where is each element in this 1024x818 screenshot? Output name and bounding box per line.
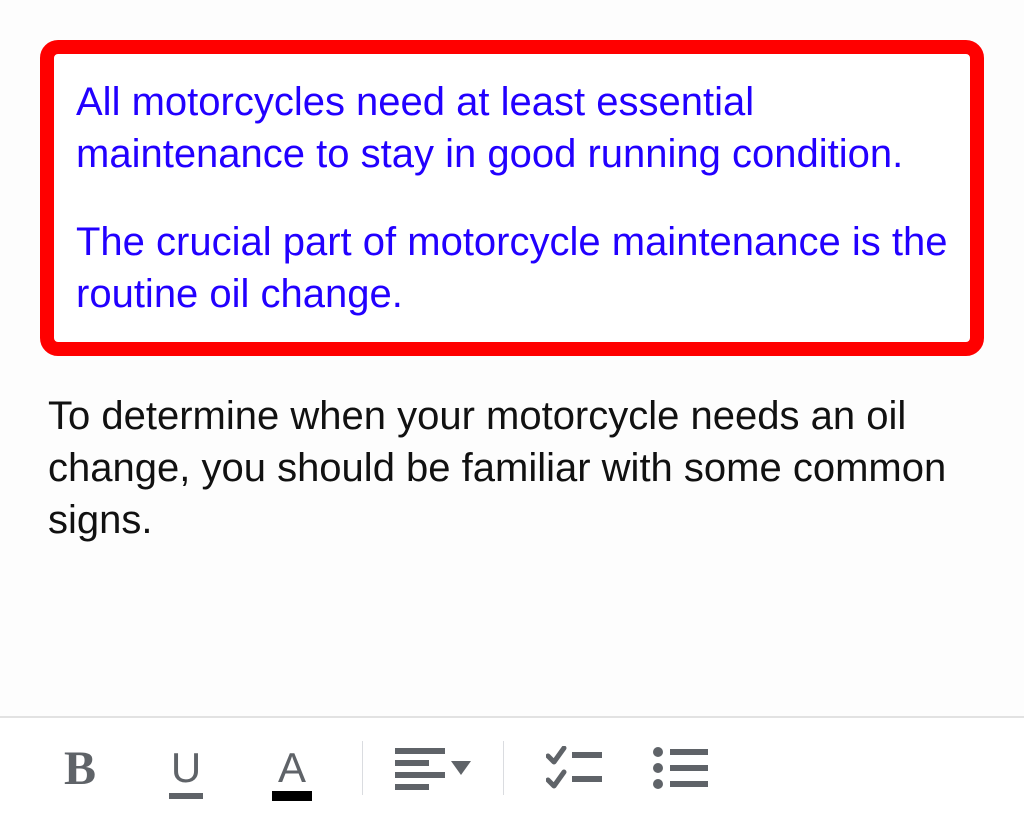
text-color-icon: A [278,747,306,789]
bulleted-list-icon [652,746,708,790]
dropdown-caret-icon [451,761,471,775]
paragraph-highlighted-2[interactable]: The crucial part of motorcycle maintenan… [76,216,948,320]
editor-content[interactable]: All motorcycles need at least essential … [0,0,1024,546]
align-left-icon [395,746,445,790]
toolbar-divider [503,741,504,795]
highlighted-selection-box: All motorcycles need at least essential … [40,40,984,356]
underline-button[interactable]: U [136,728,236,808]
paragraph-highlighted-1[interactable]: All motorcycles need at least essential … [76,76,948,180]
toolbar-divider [362,741,363,795]
text-color-button[interactable]: A [242,728,342,808]
bulleted-list-button[interactable] [630,728,730,808]
checklist-button[interactable] [524,728,624,808]
formatting-toolbar: B U A [0,716,1024,818]
paragraph-align-button[interactable] [383,728,483,808]
checklist-icon [546,746,602,790]
paragraph-body[interactable]: To determine when your motorcycle needs … [40,390,984,546]
bold-button[interactable]: B [30,728,130,808]
underline-icon: U [171,747,201,789]
bold-icon: B [64,741,96,796]
